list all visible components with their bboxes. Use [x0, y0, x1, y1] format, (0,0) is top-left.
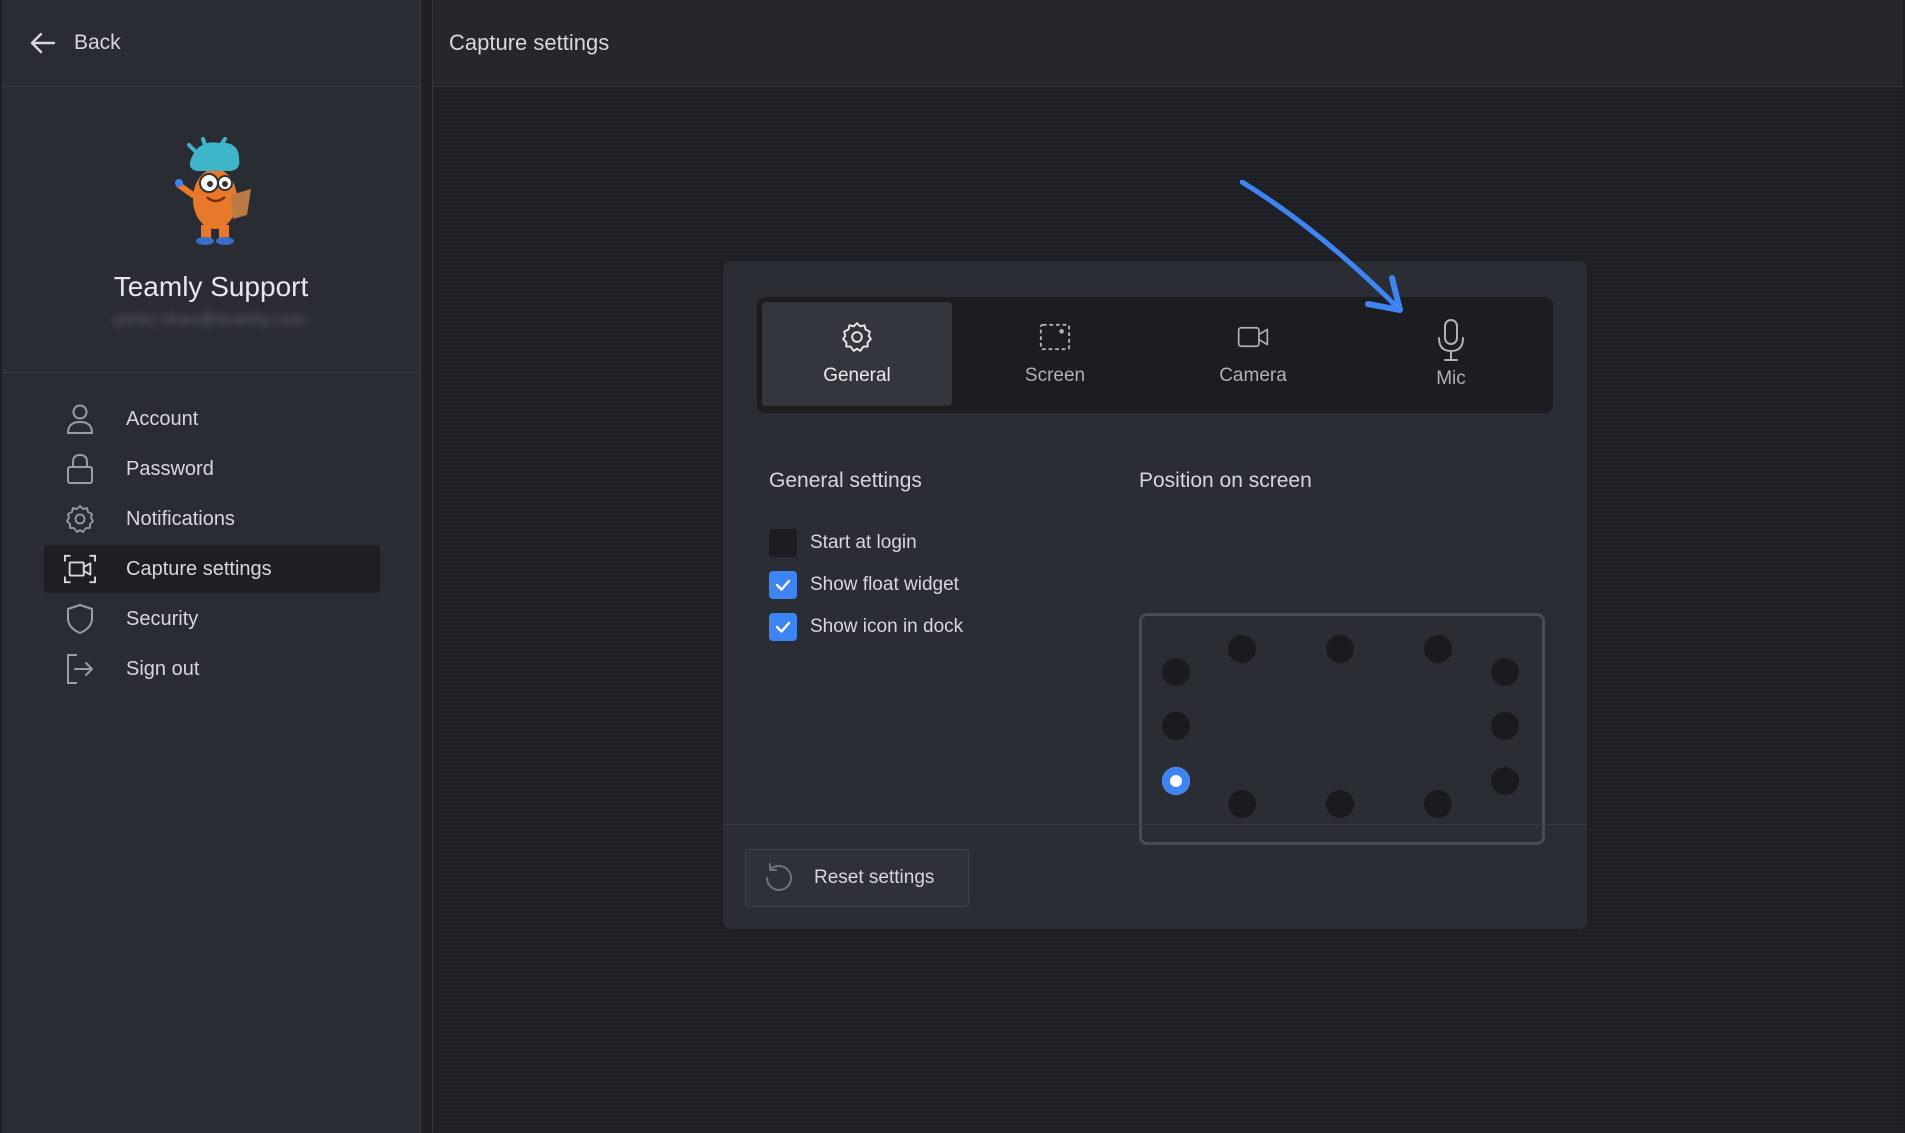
back-label: Back — [74, 31, 121, 54]
sidebar-item-label: Account — [126, 407, 199, 430]
sidebar-item-account[interactable]: Account — [44, 395, 380, 443]
sidebar-item-label: Capture settings — [126, 557, 272, 580]
tab-label: Mic — [1436, 368, 1466, 389]
lock-icon — [64, 453, 96, 485]
position-top-3[interactable] — [1424, 635, 1452, 663]
profile-email: peter.chao@teamly.com — [114, 311, 308, 328]
check-icon — [775, 579, 791, 591]
sidebar-nav: Account Password Notifications Capture s… — [2, 373, 420, 693]
profile-name: Teamly Support — [113, 271, 309, 302]
camera-icon — [1237, 326, 1269, 348]
screen-select-icon — [1039, 323, 1071, 351]
option-label: Show float widget — [810, 574, 959, 595]
sign-out-icon — [64, 653, 96, 685]
reset-settings-button[interactable]: Reset settings — [745, 849, 969, 907]
sidebar-item-label: Password — [126, 457, 214, 480]
position-left-top[interactable] — [1162, 658, 1190, 686]
position-top-2[interactable] — [1326, 635, 1354, 663]
gear-icon — [842, 322, 872, 352]
option-label: Show icon in dock — [810, 616, 964, 637]
back-button[interactable]: Back — [2, 0, 420, 87]
capture-icon — [64, 553, 96, 585]
capture-tabs: General Screen Camera Mic — [757, 297, 1553, 413]
profile: Teamly Support peter.chao@teamly.com — [2, 87, 420, 373]
position-bottom-1[interactable] — [1228, 790, 1256, 818]
tab-label: Camera — [1219, 365, 1287, 386]
user-icon — [64, 403, 96, 435]
check-icon — [775, 621, 791, 633]
card-divider — [723, 824, 1587, 825]
position-right-top[interactable] — [1491, 658, 1519, 686]
checkbox[interactable] — [769, 613, 797, 641]
mic-icon — [1438, 319, 1464, 361]
main-panel: Capture settings General Screen Camera M… — [432, 0, 1903, 1133]
option-show-icon-in-dock[interactable]: Show icon in dock — [769, 613, 963, 641]
option-show-float-widget[interactable]: Show float widget — [769, 571, 959, 599]
sidebar-item-label: Sign out — [126, 657, 200, 680]
page-title: Capture settings — [433, 0, 1903, 87]
sidebar-item-capture-settings[interactable]: Capture settings — [44, 545, 380, 593]
tab-label: General — [823, 365, 891, 386]
gear-icon — [64, 503, 96, 535]
checkbox[interactable] — [769, 529, 797, 557]
position-picker — [1139, 613, 1545, 845]
position-bottom-3[interactable] — [1424, 790, 1452, 818]
sidebar-item-sign-out[interactable]: Sign out — [44, 645, 380, 693]
shield-icon — [64, 603, 96, 635]
reset-settings-label: Reset settings — [814, 867, 935, 888]
checkbox[interactable] — [769, 571, 797, 599]
sidebar-item-label: Notifications — [126, 507, 235, 530]
main-body: General Screen Camera Mic General settin… — [433, 87, 1903, 1133]
sidebar: Back Teamly Support peter.chao@teamly.co… — [2, 0, 421, 1133]
position-title: Position on screen — [1139, 469, 1312, 492]
tab-general[interactable]: General — [762, 302, 952, 406]
position-right-bottom[interactable] — [1491, 767, 1519, 795]
position-right-middle[interactable] — [1491, 712, 1519, 740]
avatar — [175, 137, 251, 245]
position-left-middle[interactable] — [1162, 712, 1190, 740]
option-label: Start at login — [810, 532, 917, 553]
sidebar-item-password[interactable]: Password — [44, 445, 380, 493]
position-top-1[interactable] — [1228, 635, 1256, 663]
sidebar-item-notifications[interactable]: Notifications — [44, 495, 380, 543]
capture-settings-card: General Screen Camera Mic General settin… — [723, 261, 1587, 929]
sidebar-item-label: Security — [126, 607, 199, 630]
annotation-arrow-icon — [1240, 180, 1403, 313]
arrow-left-icon — [30, 32, 56, 54]
sidebar-item-security[interactable]: Security — [44, 595, 380, 643]
option-start-at-login[interactable]: Start at login — [769, 529, 917, 557]
tab-screen[interactable]: Screen — [960, 302, 1150, 406]
position-bottom-2[interactable] — [1326, 790, 1354, 818]
position-left-bottom[interactable] — [1162, 767, 1190, 795]
tab-label: Screen — [1024, 365, 1086, 386]
general-settings-title: General settings — [769, 469, 922, 492]
reset-icon — [766, 863, 792, 891]
